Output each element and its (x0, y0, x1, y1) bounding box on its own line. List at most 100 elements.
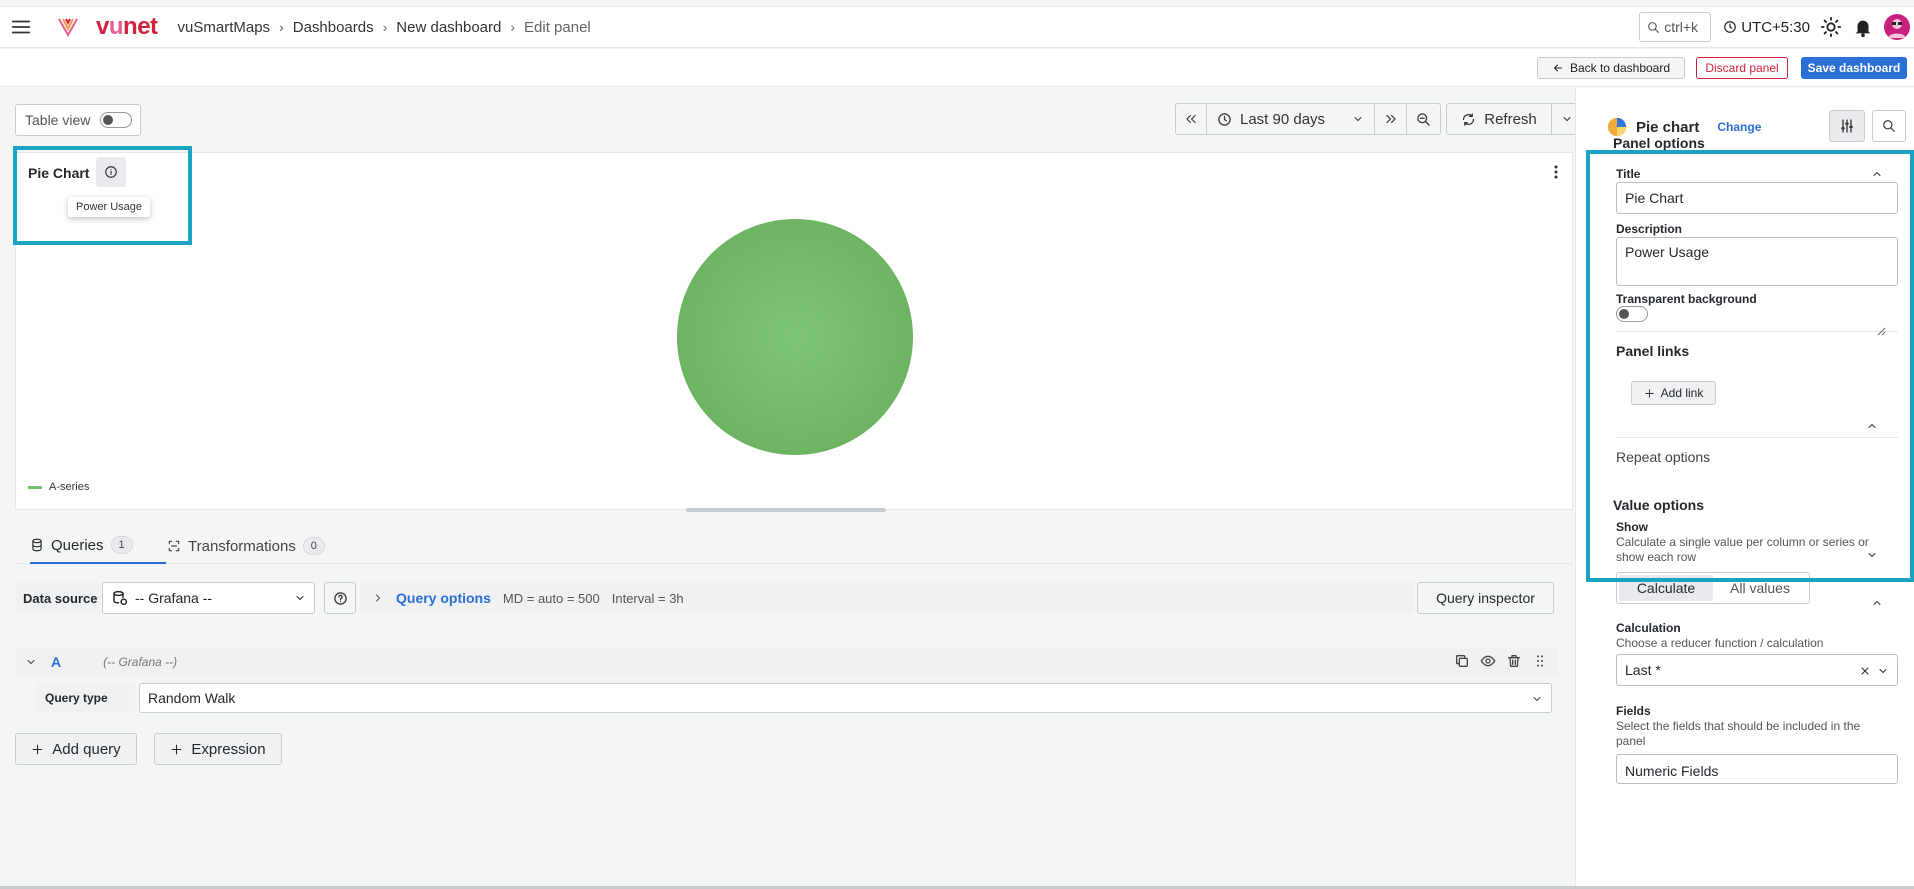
datasource-row: Data source -- Grafana -- Query options … (15, 582, 1558, 614)
transformations-count-badge: 0 (302, 537, 325, 555)
zoom-out-button[interactable] (1407, 103, 1441, 135)
eye-icon[interactable] (1480, 653, 1496, 669)
chevron-up-icon[interactable] (1871, 597, 1883, 609)
back-label: Back to dashboard (1569, 61, 1671, 75)
chevron-down-icon (1563, 117, 1570, 121)
query-options-label[interactable]: Query options (396, 590, 491, 606)
search-options-button[interactable] (1872, 110, 1906, 142)
avatar[interactable] (1884, 14, 1910, 40)
bell-icon[interactable] (1852, 16, 1874, 38)
refresh-icon (1463, 112, 1475, 126)
legend-swatch (28, 485, 42, 489)
query-tabs: Queries 1 Transformations 0 (15, 528, 1573, 564)
panel-preview: Pie Chart Power Usage A-series (15, 152, 1573, 510)
refresh-label: Refresh (1484, 110, 1537, 128)
chevron-right-icon (376, 594, 380, 602)
calculation-field-label: Calculation (1616, 621, 1681, 635)
close-icon[interactable] (1859, 665, 1871, 677)
fields-field-label: Fields (1616, 704, 1651, 718)
table-view-label: Table view (25, 112, 91, 128)
chevron-down-icon (1354, 117, 1362, 121)
fields-select[interactable]: Numeric Fields (1616, 754, 1898, 784)
breadcrumb-current: Edit panel (524, 18, 591, 36)
tab-transformations[interactable]: Transformations 0 (167, 528, 325, 564)
zoom-out-icon (1417, 112, 1430, 126)
calculation-select[interactable]: Last * (1616, 654, 1898, 686)
drag-handle-icon[interactable] (1532, 653, 1548, 669)
time-shift-forward-button[interactable] (1375, 103, 1407, 135)
pie-slices (677, 219, 913, 455)
chevrons-left-icon (1186, 114, 1196, 124)
query-type-label: Query type (37, 683, 135, 713)
fields-field-description: Select the fields that should be include… (1616, 719, 1861, 748)
query-datasource-name: (-- Grafana --) (103, 655, 178, 669)
refresh-picker: Refresh (1446, 103, 1582, 135)
pie-chart (677, 219, 913, 455)
search-shortcut: ctrl+k (1664, 19, 1699, 35)
chart-legend: A-series (28, 481, 89, 493)
action-bar: Back to dashboard Discard panel Save das… (0, 49, 1914, 87)
datasource-value: -- Grafana -- (135, 590, 213, 606)
sliders-icon (1841, 119, 1853, 133)
change-visualization-link[interactable]: Change (1717, 120, 1761, 134)
logo-icon (58, 18, 78, 38)
options-toggle-button[interactable] (1829, 110, 1865, 142)
avatar-icon (1888, 19, 1906, 38)
search-icon (1883, 120, 1895, 132)
top-bar: vunet vuSmartMaps › Dashboards › New das… (0, 6, 1914, 48)
brand-logo[interactable]: vunet (96, 13, 158, 41)
calculation-field-description: Choose a reducer function / calculation (1616, 636, 1824, 650)
back-to-dashboard-button[interactable]: Back to dashboard (1537, 57, 1685, 79)
query-actions (1454, 653, 1548, 669)
datasource-help-button[interactable] (324, 582, 356, 614)
datasource-select[interactable]: -- Grafana -- (102, 582, 315, 614)
copy-icon[interactable] (1454, 653, 1470, 669)
pie-slice[interactable] (677, 219, 913, 455)
timezone-display[interactable]: UTC+5:30 (1723, 19, 1810, 36)
tab-transformations-label: Transformations (188, 537, 296, 555)
menu-icon[interactable] (10, 16, 32, 38)
query-inspector-button[interactable]: Query inspector (1417, 582, 1554, 614)
chevron-down-icon (1879, 669, 1887, 673)
breadcrumb-item[interactable]: New dashboard (396, 19, 501, 36)
transform-icon (168, 540, 180, 552)
breadcrumb-item[interactable]: Dashboards (293, 19, 374, 36)
highlight-box-panel-options (1586, 150, 1914, 582)
query-type-select[interactable]: Random Walk (139, 683, 1552, 713)
breadcrumb-separator: › (382, 19, 388, 35)
add-expression-button[interactable]: Expression (154, 733, 282, 765)
fields-value: Numeric Fields (1625, 763, 1719, 779)
sun-icon[interactable] (1820, 16, 1842, 38)
save-dashboard-button[interactable]: Save dashboard (1801, 57, 1907, 79)
clock-icon (1218, 112, 1231, 126)
legend-label[interactable]: A-series (49, 481, 89, 493)
refresh-button[interactable]: Refresh (1446, 103, 1552, 135)
add-query-label: Add query (52, 740, 121, 758)
add-query-button[interactable]: Add query (15, 733, 137, 765)
search-button[interactable]: ctrl+k (1639, 12, 1712, 42)
breadcrumb-separator: › (279, 19, 284, 35)
chevrons-right-icon (1385, 114, 1396, 124)
panel-resize-handle[interactable] (686, 508, 886, 512)
max-datapoints-info: MD = auto = 500 (502, 590, 600, 606)
time-shift-back-button[interactable] (1175, 103, 1207, 135)
timezone-label: UTC+5:30 (1741, 18, 1810, 36)
plus-icon (32, 744, 43, 754)
breadcrumb-item[interactable]: vuSmartMaps (178, 19, 271, 36)
more-vertical-icon[interactable] (1548, 163, 1564, 181)
clock-icon (1724, 21, 1737, 33)
add-expression-label: Expression (191, 740, 266, 758)
query-row-header[interactable]: A (-- Grafana --) (15, 648, 1558, 676)
query-type-row: Query type Random Walk (37, 683, 1552, 713)
breadcrumb: vuSmartMaps › Dashboards › New dashboard… (178, 19, 591, 36)
query-options-bar[interactable]: Query options MD = auto = 500 Interval =… (360, 582, 1414, 614)
table-view-switch[interactable] (100, 112, 133, 128)
table-view-toggle[interactable]: Table view (15, 104, 141, 136)
tab-queries[interactable]: Queries 1 (30, 528, 166, 564)
query-ref-id[interactable]: A (51, 654, 61, 670)
trash-icon[interactable] (1506, 653, 1522, 669)
datasource-label: Data source (15, 582, 101, 614)
chevron-down-icon[interactable] (25, 656, 37, 668)
time-range-button[interactable]: Last 90 days (1207, 103, 1375, 135)
discard-panel-button[interactable]: Discard panel (1696, 57, 1788, 79)
